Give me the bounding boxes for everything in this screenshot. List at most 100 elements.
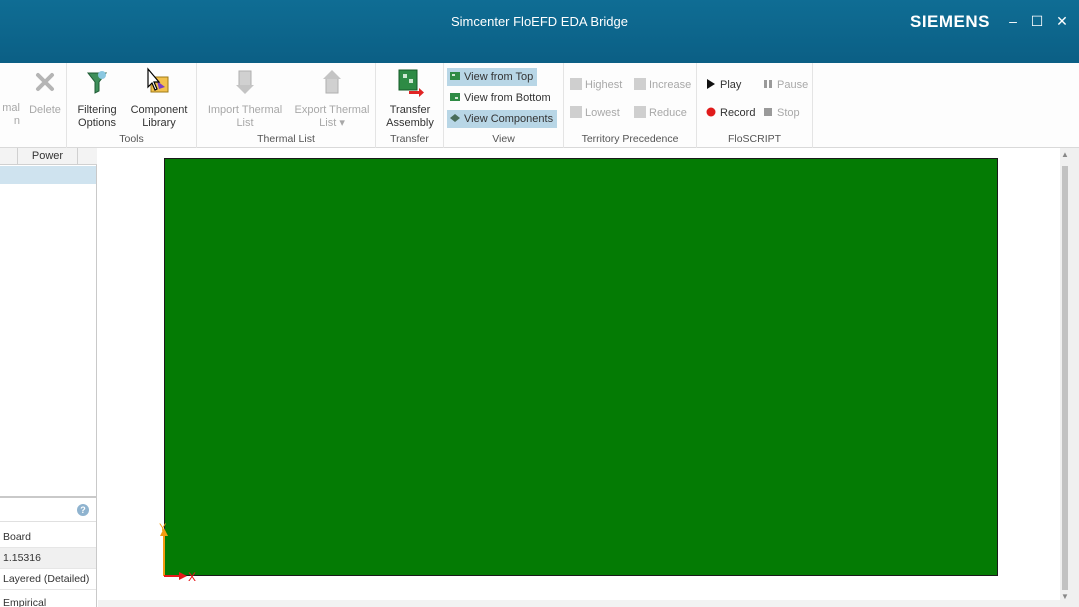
ribbon-group-floscript: Play Pause Record Stop FloSCRIPT — [697, 63, 813, 148]
view-from-top-button[interactable]: View from Top — [447, 68, 538, 86]
component-library-icon — [147, 67, 169, 93]
pcb-board[interactable] — [164, 158, 998, 576]
x-axis-arrow — [179, 572, 187, 580]
view-components-label: View Components — [464, 113, 554, 125]
play-label: Play — [720, 79, 742, 91]
play-icon — [707, 79, 715, 89]
ribbon-group-edit: mal n Delete — [0, 63, 67, 148]
close-button[interactable]: ✕ — [1053, 12, 1071, 30]
selected-table-row[interactable] — [0, 166, 96, 184]
ribbon-group-thermal-list: Import Thermal List Export Thermal List … — [197, 63, 376, 148]
components-icon — [450, 114, 460, 122]
partial-label-2: n — [13, 115, 20, 127]
pause-icon — [764, 80, 772, 88]
highest-label: Highest — [585, 79, 623, 91]
import-thermal-list-label-1: Import Thermal — [207, 104, 283, 116]
vertical-scrollbar[interactable]: ▲ ▼ — [1060, 148, 1079, 607]
partial-thermal-button[interactable]: mal n — [0, 102, 20, 128]
scroll-up-icon[interactable]: ▲ — [1061, 150, 1069, 159]
ribbon-group-tools: Filtering Options Component Library Tool… — [67, 63, 197, 148]
highest-icon — [570, 78, 582, 90]
increase-button[interactable]: Increase — [632, 76, 695, 94]
partial-label-1: mal — [2, 102, 20, 114]
export-thermal-list-label-1: Export Thermal — [294, 104, 370, 116]
filtering-options-label-1: Filtering — [77, 104, 117, 116]
lowest-label: Lowest — [585, 107, 620, 119]
power-column-header[interactable]: Power — [17, 148, 78, 165]
filter-funnel-icon — [86, 71, 108, 94]
lowest-icon — [570, 106, 582, 118]
highest-button[interactable]: Highest — [568, 76, 626, 94]
delete-button[interactable]: Delete — [26, 67, 64, 117]
title-bar: Simcenter FloEFD EDA Bridge SIEMENS – ☐ … — [0, 0, 1079, 63]
siemens-logo: SIEMENS — [910, 12, 991, 31]
reduce-button[interactable]: Reduce — [632, 104, 691, 122]
view-from-bottom-button[interactable]: View from Bottom — [447, 89, 555, 107]
panel-splitter[interactable] — [0, 496, 97, 498]
reduce-icon — [634, 106, 646, 118]
pause-label: Pause — [777, 79, 809, 91]
properties-header: ? — [0, 500, 96, 522]
scroll-down-icon[interactable]: ▼ — [1061, 592, 1069, 601]
horizontal-scrollbar[interactable] — [98, 600, 1060, 607]
play-button[interactable]: Play — [703, 76, 745, 94]
ribbon-group-territory-precedence: Highest Increase Lowest Reduce Territory… — [564, 63, 697, 148]
import-icon — [236, 70, 254, 94]
transfer-assembly-button[interactable]: Transfer Assembly — [380, 67, 440, 130]
minimize-button[interactable]: – — [1004, 12, 1022, 30]
view-from-top-label: View from Top — [464, 71, 534, 83]
ribbon-group-view: View from Top View from Bottom View Comp… — [444, 63, 564, 148]
left-panel: Power ? Board 1.15316 Layered (Detailed)… — [0, 148, 97, 607]
property-row-type[interactable]: Board — [0, 527, 96, 548]
export-thermal-list-label-2: List ▾ — [319, 117, 345, 129]
record-button[interactable]: Record — [703, 104, 759, 122]
import-thermal-list-button[interactable]: Import Thermal List — [204, 67, 286, 130]
reduce-label: Reduce — [649, 107, 687, 119]
board-top-icon — [450, 72, 460, 80]
transfer-assembly-icon — [398, 69, 424, 97]
maximize-button[interactable]: ☐ — [1028, 12, 1046, 30]
record-label: Record — [720, 107, 756, 119]
y-axis-label: Y — [159, 522, 167, 534]
view-components-button[interactable]: View Components — [447, 110, 558, 128]
filtering-options-label-2: Options — [78, 117, 116, 129]
transfer-group-label: Transfer — [390, 133, 429, 145]
property-row-model[interactable]: Layered (Detailed) — [0, 569, 96, 590]
transfer-assembly-label-2: Assembly — [386, 117, 434, 129]
help-icon[interactable]: ? — [77, 504, 89, 516]
scroll-thumb[interactable] — [1062, 166, 1068, 590]
record-icon — [706, 107, 716, 117]
pause-button[interactable]: Pause — [760, 76, 812, 94]
component-library-label-1: Component — [130, 104, 188, 116]
floscript-group-label: FloSCRIPT — [727, 133, 782, 145]
ribbon-group-transfer: Transfer Assembly Transfer — [376, 63, 444, 148]
tools-group-label: Tools — [119, 133, 144, 145]
component-library-label-2: Library — [142, 117, 176, 129]
delete-x-icon — [36, 73, 54, 91]
ribbon: mal n Delete Filtering Options Component… — [0, 63, 1079, 148]
view-group-label: View — [492, 133, 515, 145]
thermal-list-group-label: Thermal List — [257, 133, 315, 145]
delete-label: Delete — [29, 104, 61, 116]
import-thermal-list-label-2: List — [236, 117, 254, 129]
property-row-method[interactable]: Empirical — [0, 593, 96, 607]
board-bottom-icon — [450, 93, 460, 101]
view-from-bottom-label: View from Bottom — [464, 92, 551, 104]
lowest-button[interactable]: Lowest — [568, 104, 624, 122]
stop-button[interactable]: Stop — [760, 104, 804, 122]
stop-icon — [764, 108, 772, 116]
component-table-header: Power — [0, 148, 97, 165]
axis-triad: Y X — [159, 522, 196, 584]
transfer-assembly-label-1: Transfer — [389, 104, 431, 116]
export-thermal-list-button[interactable]: Export Thermal List ▾ — [291, 67, 373, 130]
property-row-value[interactable]: 1.15316 — [0, 548, 96, 569]
export-icon — [323, 70, 341, 94]
increase-icon — [634, 78, 646, 90]
component-library-button[interactable]: Component Library — [127, 67, 191, 130]
x-axis-label: X — [188, 570, 196, 584]
filtering-options-button[interactable]: Filtering Options — [72, 67, 122, 130]
stop-label: Stop — [777, 107, 800, 119]
territory-precedence-group-label: Territory Precedence — [581, 133, 679, 145]
increase-label: Increase — [649, 79, 692, 91]
pcb-viewport[interactable] — [98, 148, 1060, 604]
